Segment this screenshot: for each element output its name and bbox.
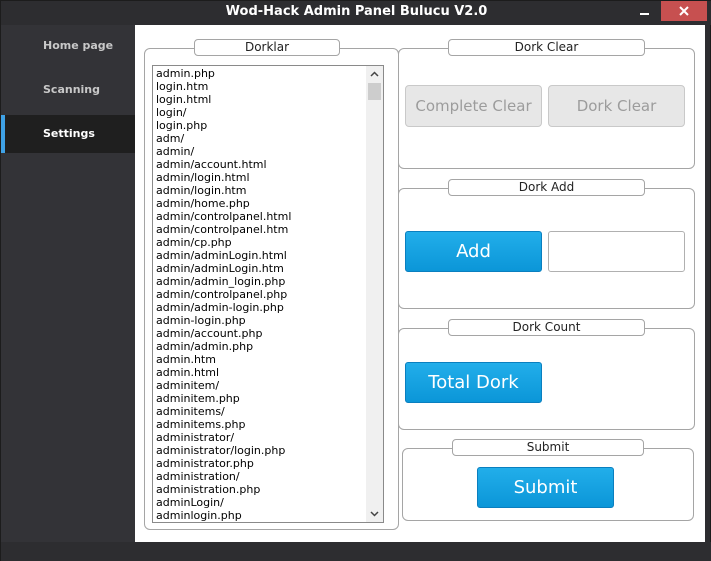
list-item[interactable]: administration.php [156,483,366,496]
dork-count-group: Total Dork [398,328,695,430]
dork-list: admin.php login.htm login.html login/login.… [156,67,366,522]
dorklar-group: admin.php login.htm login.html login/login.… [144,48,399,530]
list-item[interactable]: adminitems/ [156,405,366,418]
list-item[interactable]: adminitems.php [156,418,366,431]
sidebar: Home page Scanning Settings [1,25,135,542]
list-item[interactable]: login/ [156,106,366,119]
list-item[interactable]: adminitem/ [156,379,366,392]
add-button[interactable]: Add [405,231,542,272]
list-item[interactable]: login.php [156,119,366,132]
list-item[interactable]: admin.html [156,366,366,379]
total-dork-button[interactable]: Total Dork [405,362,542,403]
dork-add-input[interactable] [548,231,685,272]
list-item[interactable]: admin/controlpanel.php [156,288,366,301]
submit-button[interactable]: Submit [477,467,614,508]
settings-panel: admin.php login.htm login.html login/login.… [135,25,705,542]
list-item[interactable]: login.htm [156,80,366,93]
dork-listbox[interactable]: admin.php login.htm login.html login/login.… [152,65,384,523]
list-item[interactable]: administrator.php [156,457,366,470]
scroll-thumb[interactable] [368,83,381,100]
dork-add-label: Dork Add [448,179,645,196]
window-bottom-edge [1,542,711,561]
list-item[interactable]: admin/admin.php [156,340,366,353]
dork-clear-group: Complete Clear Dork Clear [398,48,695,169]
list-item[interactable]: admin/ [156,145,366,158]
dork-clear-button[interactable]: Dork Clear [548,85,685,127]
list-item[interactable]: admin/account.html [156,158,366,171]
dork-add-group: Add [398,188,695,309]
list-item[interactable]: admin/home.php [156,197,366,210]
list-item[interactable]: administrator/ [156,431,366,444]
dork-clear-label: Dork Clear [448,39,645,56]
list-item[interactable]: admin.php [156,67,366,80]
list-item[interactable]: administration/ [156,470,366,483]
sidebar-item-scanning[interactable]: Scanning [1,71,135,109]
list-item[interactable]: admin-login.php [156,314,366,327]
window-title: Wod-Hack Admin Panel Bulucu V2.0 [225,4,488,19]
list-item[interactable]: admin/adminLogin.htm [156,262,366,275]
dork-count-label: Dork Count [448,319,645,336]
sidebar-item-settings[interactable]: Settings [1,115,135,153]
list-scrollbar[interactable] [366,66,383,522]
close-icon [679,6,689,16]
list-item[interactable]: admin/login.htm [156,184,366,197]
list-item[interactable]: adminlogin.php [156,509,366,522]
dorklar-label: Dorklar [194,39,340,56]
minimize-icon [640,13,649,15]
list-item[interactable]: admin/controlpanel.html [156,210,366,223]
title-bar[interactable]: Wod-Hack Admin Panel Bulucu V2.0 [1,1,711,25]
submit-label: Submit [452,439,644,456]
scroll-down-icon[interactable] [366,506,383,522]
list-item[interactable]: admin/cp.php [156,236,366,249]
list-item[interactable]: admin/login.html [156,171,366,184]
close-button[interactable] [661,1,707,21]
scroll-up-icon[interactable] [366,66,383,82]
list-item[interactable]: administrator/login.php [156,444,366,457]
complete-clear-button[interactable]: Complete Clear [405,85,542,127]
list-item[interactable]: admin.htm [156,353,366,366]
list-item[interactable]: adminLogin/ [156,496,366,509]
sidebar-item-home-page[interactable]: Home page [1,27,135,65]
submit-group: Submit [402,448,694,521]
list-item[interactable]: admin/account.php [156,327,366,340]
list-item[interactable]: admin/admin-login.php [156,301,366,314]
list-item[interactable]: adminitem.php [156,392,366,405]
list-item[interactable]: login.html [156,93,366,106]
app-window: Wod-Hack Admin Panel Bulucu V2.0 Home pa… [0,0,711,561]
list-item[interactable]: adm/ [156,132,366,145]
list-item[interactable]: admin/controlpanel.htm [156,223,366,236]
list-item[interactable]: admin/adminLogin.html [156,249,366,262]
list-item[interactable]: admin/admin_login.php [156,275,366,288]
